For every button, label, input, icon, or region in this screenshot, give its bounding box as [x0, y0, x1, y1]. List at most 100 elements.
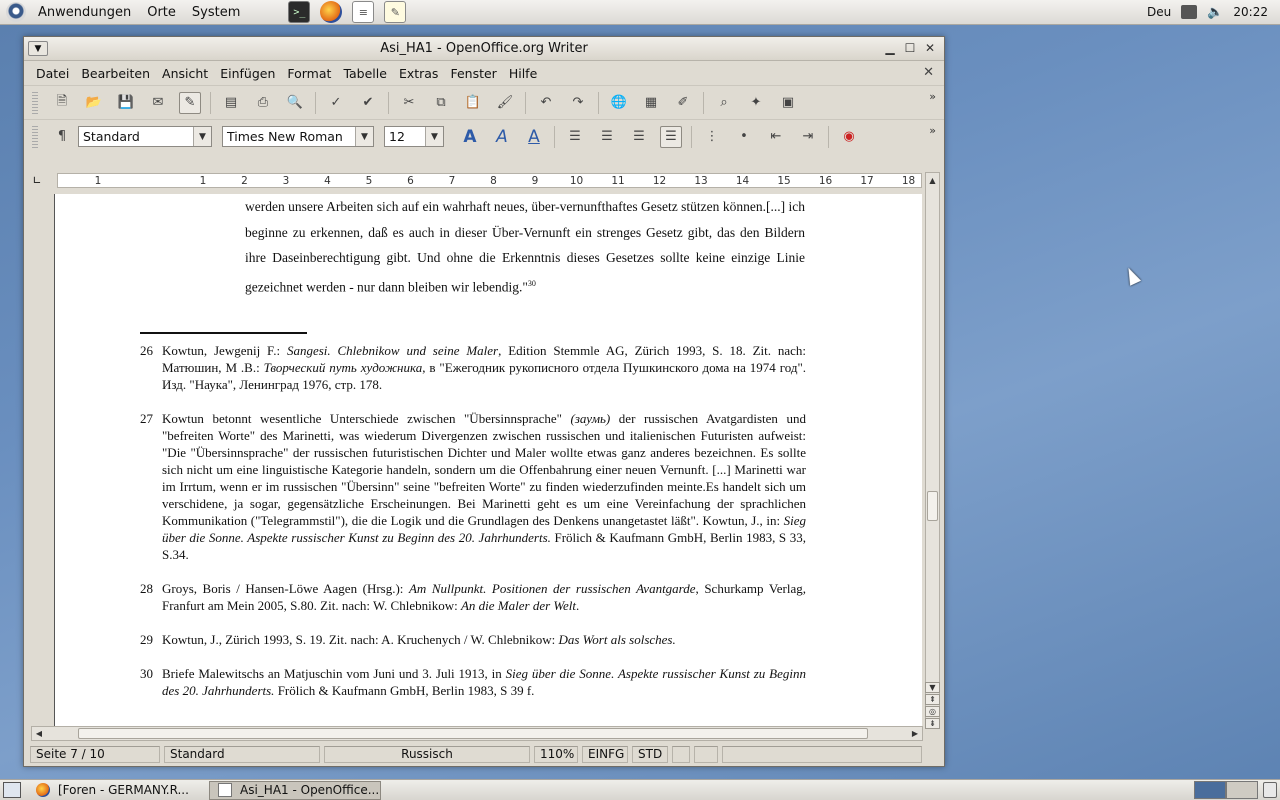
document-area[interactable]: werden unsere Arbeiten sich auf ein wahr…: [31, 194, 922, 727]
vertical-scroll-thumb[interactable]: [927, 491, 938, 521]
open-folder-icon[interactable]: 📂: [83, 92, 105, 114]
align-center-icon[interactable]: ☰: [596, 126, 618, 148]
align-left-icon[interactable]: ☰: [564, 126, 586, 148]
writer-icon[interactable]: ≡: [352, 1, 375, 23]
align-right-icon[interactable]: ☰: [628, 126, 650, 148]
terminal-icon[interactable]: >_: [288, 1, 311, 23]
menu-hilfe[interactable]: Hilfe: [503, 66, 543, 81]
undo-icon[interactable]: ↶: [535, 92, 557, 114]
footnote-item[interactable]: 29 Kowtun, J., Zürich 1993, S. 19. Zit. n…: [140, 631, 806, 648]
print-preview-icon[interactable]: 🔍: [284, 92, 306, 114]
menu-einfuegen[interactable]: Einfügen: [214, 66, 281, 81]
toolbar-grip[interactable]: [32, 91, 38, 114]
new-document-icon[interactable]: 🗎: [51, 92, 73, 114]
paste-icon[interactable]: 📋: [462, 92, 484, 114]
network-icon[interactable]: [1181, 5, 1198, 19]
clock[interactable]: 20:22: [1233, 5, 1268, 19]
status-page[interactable]: Seite 7 / 10: [30, 745, 160, 763]
menu-tabelle[interactable]: Tabelle: [337, 66, 393, 81]
status-language[interactable]: Russisch: [324, 745, 530, 763]
menu-extras[interactable]: Extras: [393, 66, 445, 81]
font-name-combo[interactable]: Times New Roman ▼: [222, 126, 374, 147]
footnote-item[interactable]: 30 Briefe Malewitschs an Matjuschin vom J…: [140, 665, 806, 699]
window-menu-icon[interactable]: ▼: [28, 41, 48, 56]
trash-icon[interactable]: [1263, 782, 1277, 798]
paragraph-style-combo[interactable]: Standard ▼: [78, 126, 212, 147]
find-replace-icon[interactable]: ⌕: [713, 92, 735, 114]
volume-icon[interactable]: 🔈: [1207, 5, 1223, 20]
vertical-scrollbar[interactable]: ▲: [925, 172, 940, 724]
navigation-icon[interactable]: ◎: [925, 706, 940, 717]
autospellcheck-icon[interactable]: ✔: [357, 92, 379, 114]
status-zoom[interactable]: 110%: [534, 745, 578, 763]
print-icon[interactable]: ⎙: [252, 92, 274, 114]
scroll-down-icon[interactable]: ▼: [925, 682, 940, 693]
maximize-icon[interactable]: ☐: [902, 40, 918, 56]
edit-mode-icon[interactable]: ✎: [179, 91, 201, 114]
gallery-icon[interactable]: ▣: [777, 92, 799, 114]
menu-anwendungen[interactable]: Anwendungen: [30, 5, 139, 20]
increase-indent-icon[interactable]: ⇥: [797, 126, 819, 148]
status-document-modified[interactable]: [672, 745, 690, 763]
font-color-icon[interactable]: ◉: [838, 126, 860, 148]
menu-fenster[interactable]: Fenster: [444, 66, 502, 81]
chevron-down-icon[interactable]: ▼: [355, 127, 373, 146]
previous-page-icon[interactable]: ⇞: [925, 694, 940, 705]
underline-icon[interactable]: A: [523, 126, 545, 148]
footnote-reference[interactable]: 30: [528, 279, 536, 288]
text-editor-icon[interactable]: ✎: [384, 1, 407, 23]
bold-icon[interactable]: A: [459, 126, 481, 148]
draw-functions-icon[interactable]: ✐: [672, 92, 694, 114]
bullets-icon[interactable]: •: [733, 126, 755, 148]
scroll-right-icon[interactable]: ▶: [908, 727, 922, 740]
next-page-icon[interactable]: ⇟: [925, 718, 940, 729]
document-page[interactable]: werden unsere Arbeiten sich auf ein wahr…: [54, 194, 922, 727]
scroll-left-icon[interactable]: ◀: [32, 727, 46, 740]
keyboard-layout[interactable]: Deu: [1147, 5, 1171, 19]
save-icon[interactable]: 💾: [115, 92, 137, 114]
horizontal-scrollbar[interactable]: ◀ ▶: [31, 726, 923, 741]
scroll-up-icon[interactable]: ▲: [926, 173, 939, 187]
status-insert-mode[interactable]: EINFG: [582, 745, 628, 763]
close-document-icon[interactable]: ✕: [923, 65, 934, 80]
firefox-icon[interactable]: [320, 1, 343, 23]
format-paintbrush-icon[interactable]: 🖌: [494, 92, 516, 114]
show-desktop-icon[interactable]: [3, 782, 21, 798]
table-icon[interactable]: ▦: [640, 92, 662, 114]
font-size-combo[interactable]: 12 ▼: [384, 126, 444, 147]
redo-icon[interactable]: ↷: [567, 92, 589, 114]
title-bar[interactable]: ▼ Asi_HA1 - OpenOffice.org Writer ▁ ☐ ✕: [24, 37, 944, 61]
menu-format[interactable]: Format: [281, 66, 337, 81]
menu-bearbeiten[interactable]: Bearbeiten: [75, 66, 156, 81]
menu-system[interactable]: System: [184, 5, 248, 20]
horizontal-scroll-thumb[interactable]: [78, 728, 868, 739]
gnome-foot-icon[interactable]: [6, 2, 26, 22]
spellcheck-icon[interactable]: ✓: [325, 92, 347, 114]
workspace-1[interactable]: [1194, 781, 1226, 799]
navigator-icon[interactable]: ✦: [745, 92, 767, 114]
status-selection-mode[interactable]: STD: [632, 745, 668, 763]
export-pdf-icon[interactable]: ▤: [220, 92, 242, 114]
toolbar-overflow-icon[interactable]: »: [929, 124, 936, 137]
menu-datei[interactable]: Datei: [30, 66, 75, 81]
toolbar-grip[interactable]: [32, 125, 38, 148]
close-icon[interactable]: ✕: [922, 40, 938, 56]
tab-stop-icon[interactable]: ∟: [24, 170, 50, 190]
italic-icon[interactable]: A: [491, 126, 513, 148]
copy-icon[interactable]: ⧉: [430, 92, 452, 114]
cut-icon[interactable]: ✂: [398, 92, 420, 114]
hyperlink-icon[interactable]: 🌐: [608, 92, 630, 114]
toolbar-overflow-icon[interactable]: »: [929, 90, 936, 103]
styles-formatting-icon[interactable]: ¶: [51, 126, 73, 148]
decrease-indent-icon[interactable]: ⇤: [765, 126, 787, 148]
numbering-icon[interactable]: ⋮: [701, 126, 723, 148]
menu-orte[interactable]: Orte: [139, 5, 184, 20]
justify-icon[interactable]: ☰: [660, 125, 682, 148]
menu-ansicht[interactable]: Ansicht: [156, 66, 214, 81]
workspace-2[interactable]: [1226, 781, 1258, 799]
email-icon[interactable]: ✉: [147, 92, 169, 114]
footnote-item[interactable]: 26 Kowtun, Jewgenij F.: Sangesi. Chlebnik…: [140, 342, 806, 393]
chevron-down-icon[interactable]: ▼: [425, 127, 443, 146]
minimize-icon[interactable]: ▁: [882, 40, 898, 56]
block-quote[interactable]: werden unsere Arbeiten sich auf ein wahr…: [245, 194, 805, 300]
